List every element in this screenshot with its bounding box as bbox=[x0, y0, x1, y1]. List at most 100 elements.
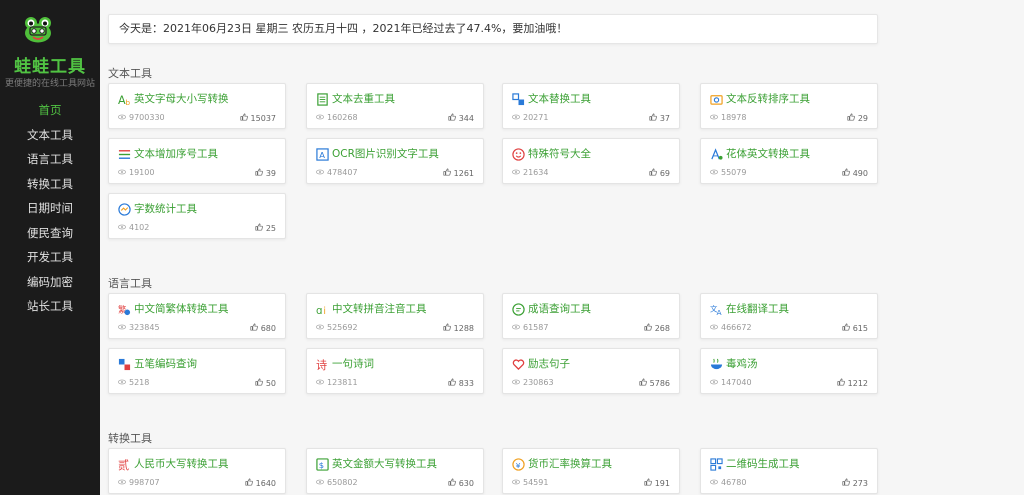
like-button[interactable]: 344 bbox=[448, 113, 474, 123]
tool-card-title[interactable]: 励志句子 bbox=[528, 358, 570, 371]
tool-card-title[interactable]: 特殊符号大全 bbox=[528, 148, 591, 161]
ocr-icon: A bbox=[316, 148, 329, 161]
nav-item-6[interactable]: 开发工具 bbox=[0, 245, 100, 270]
svg-text:i: i bbox=[323, 306, 326, 316]
tool-card-title[interactable]: OCR图片识别文字工具 bbox=[332, 148, 439, 161]
tool-card-title[interactable]: 中文转拼音注音工具 bbox=[332, 303, 427, 316]
thumb-up-icon bbox=[847, 113, 855, 123]
tool-card[interactable]: 文本反转排序工具 18978 29 bbox=[700, 83, 878, 129]
like-count-value: 37 bbox=[659, 113, 670, 123]
tool-card-title[interactable]: 英文金额大写转换工具 bbox=[332, 458, 437, 471]
like-count-value: 268 bbox=[654, 323, 670, 333]
like-button[interactable]: 39 bbox=[255, 168, 276, 178]
view-count: 998707 bbox=[118, 478, 160, 487]
like-button[interactable]: 15037 bbox=[239, 113, 276, 123]
tool-card-title[interactable]: 一句诗词 bbox=[332, 358, 374, 371]
traditional-chinese-icon: 繁 bbox=[118, 303, 131, 316]
tool-card-title[interactable]: 货币汇率换算工具 bbox=[528, 458, 612, 471]
like-count-value: 630 bbox=[458, 478, 474, 488]
view-count-value: 478407 bbox=[327, 168, 358, 177]
view-count: 61587 bbox=[512, 323, 548, 332]
tool-card[interactable]: 五笔编码查询 5218 50 bbox=[108, 348, 286, 394]
tool-card-title[interactable]: 英文字母大小写转换 bbox=[134, 93, 229, 106]
like-count-value: 39 bbox=[265, 168, 276, 178]
tool-card[interactable]: 成语查询工具 61587 268 bbox=[502, 293, 680, 339]
nav-item-2[interactable]: 语言工具 bbox=[0, 147, 100, 172]
like-button[interactable]: 273 bbox=[842, 478, 868, 488]
like-button[interactable]: 50 bbox=[255, 378, 276, 388]
svg-text:A: A bbox=[319, 150, 325, 160]
tool-card-title[interactable]: 字数统计工具 bbox=[134, 203, 197, 216]
tool-card-title[interactable]: 人民币大写转换工具 bbox=[134, 458, 229, 471]
tool-card[interactable]: ɑ i 中文转拼音注音工具 525692 1288 bbox=[306, 293, 484, 339]
tool-card-title[interactable]: 五笔编码查询 bbox=[134, 358, 197, 371]
view-count-value: 46780 bbox=[721, 478, 747, 487]
nav-item-8[interactable]: 站长工具 bbox=[0, 294, 100, 319]
tool-card[interactable]: 毒鸡汤 147040 1212 bbox=[700, 348, 878, 394]
brand-name[interactable]: 蛙蛙工具 bbox=[0, 52, 100, 77]
like-button[interactable]: 490 bbox=[842, 168, 868, 178]
tool-card[interactable]: 繁中文简繁体转换工具 323845 680 bbox=[108, 293, 286, 339]
nav-item-4[interactable]: 日期时间 bbox=[0, 196, 100, 221]
like-button[interactable]: 69 bbox=[649, 168, 670, 178]
thumb-up-icon bbox=[250, 323, 258, 333]
thumb-up-icon bbox=[245, 478, 253, 488]
like-button[interactable]: 268 bbox=[644, 323, 670, 333]
like-button[interactable]: 1212 bbox=[837, 378, 868, 388]
like-button[interactable]: 191 bbox=[644, 478, 670, 488]
tool-card[interactable]: A OCR图片识别文字工具 478407 1261 bbox=[306, 138, 484, 184]
view-count-value: 21634 bbox=[523, 168, 549, 177]
tool-card-title[interactable]: 在线翻译工具 bbox=[726, 303, 789, 316]
like-button[interactable]: 680 bbox=[250, 323, 276, 333]
like-count-value: 5786 bbox=[649, 378, 670, 388]
tool-card-title[interactable]: 毒鸡汤 bbox=[726, 358, 758, 371]
frog-logo-icon[interactable] bbox=[23, 16, 53, 43]
svg-text:诗: 诗 bbox=[316, 358, 327, 371]
tool-card[interactable]: 文本替换工具 20271 37 bbox=[502, 83, 680, 129]
view-count: 4102 bbox=[118, 223, 149, 232]
like-button[interactable]: 615 bbox=[842, 323, 868, 333]
like-button[interactable]: 25 bbox=[255, 223, 276, 233]
nav-item-1[interactable]: 文本工具 bbox=[0, 123, 100, 148]
like-button[interactable]: 1261 bbox=[443, 168, 474, 178]
tool-card[interactable]: $ 英文金额大写转换工具 650802 630 bbox=[306, 448, 484, 494]
like-button[interactable]: 630 bbox=[448, 478, 474, 488]
thumb-up-icon bbox=[842, 323, 850, 333]
tool-card-title[interactable]: 文本替换工具 bbox=[528, 93, 591, 106]
tool-card[interactable]: 花体英文转换工具 55079 490 bbox=[700, 138, 878, 184]
like-button[interactable]: 1288 bbox=[443, 323, 474, 333]
tool-card[interactable]: 文本去重工具 160268 344 bbox=[306, 83, 484, 129]
tool-card[interactable]: 文本增加序号工具 19100 39 bbox=[108, 138, 286, 184]
tool-card[interactable]: 字数统计工具 4102 25 bbox=[108, 193, 286, 239]
tool-card-title[interactable]: 成语查询工具 bbox=[528, 303, 591, 316]
like-button[interactable]: 37 bbox=[649, 113, 670, 123]
tool-card[interactable]: ¥ 货币汇率换算工具 54591 191 bbox=[502, 448, 680, 494]
tool-card-title[interactable]: 二维码生成工具 bbox=[726, 458, 800, 471]
tool-card[interactable]: Ab 英文字母大小写转换 9700330 15037 bbox=[108, 83, 286, 129]
tool-card-title[interactable]: 文本去重工具 bbox=[332, 93, 395, 106]
nav-item-3[interactable]: 转换工具 bbox=[0, 172, 100, 197]
tool-card[interactable]: 贰人民币大写转换工具 998707 1640 bbox=[108, 448, 286, 494]
nav-item-0[interactable]: 首页 bbox=[0, 98, 100, 123]
view-count: 19100 bbox=[118, 168, 154, 177]
poem-icon: 诗 bbox=[316, 358, 329, 371]
nav-item-7[interactable]: 编码加密 bbox=[0, 270, 100, 295]
view-count: 478407 bbox=[316, 168, 358, 177]
tool-card[interactable]: 特殊符号大全 21634 69 bbox=[502, 138, 680, 184]
nav-item-5[interactable]: 便民查询 bbox=[0, 221, 100, 246]
tool-card-title[interactable]: 文本增加序号工具 bbox=[134, 148, 218, 161]
thumb-up-icon bbox=[644, 323, 652, 333]
eye-icon bbox=[118, 113, 126, 122]
tool-card[interactable]: 诗一句诗词 123811 833 bbox=[306, 348, 484, 394]
tool-card-title[interactable]: 中文简繁体转换工具 bbox=[134, 303, 229, 316]
tool-card-title[interactable]: 花体英文转换工具 bbox=[726, 148, 810, 161]
pinyin-icon: ɑi bbox=[316, 303, 329, 316]
tool-card-title[interactable]: 文本反转排序工具 bbox=[726, 93, 810, 106]
like-button[interactable]: 1640 bbox=[245, 478, 276, 488]
like-button[interactable]: 833 bbox=[448, 378, 474, 388]
like-button[interactable]: 5786 bbox=[639, 378, 670, 388]
tool-card[interactable]: 励志句子 230863 5786 bbox=[502, 348, 680, 394]
tool-card[interactable]: 文 A 在线翻译工具 466672 615 bbox=[700, 293, 878, 339]
tool-card[interactable]: 二维码生成工具 46780 273 bbox=[700, 448, 878, 494]
like-button[interactable]: 29 bbox=[847, 113, 868, 123]
